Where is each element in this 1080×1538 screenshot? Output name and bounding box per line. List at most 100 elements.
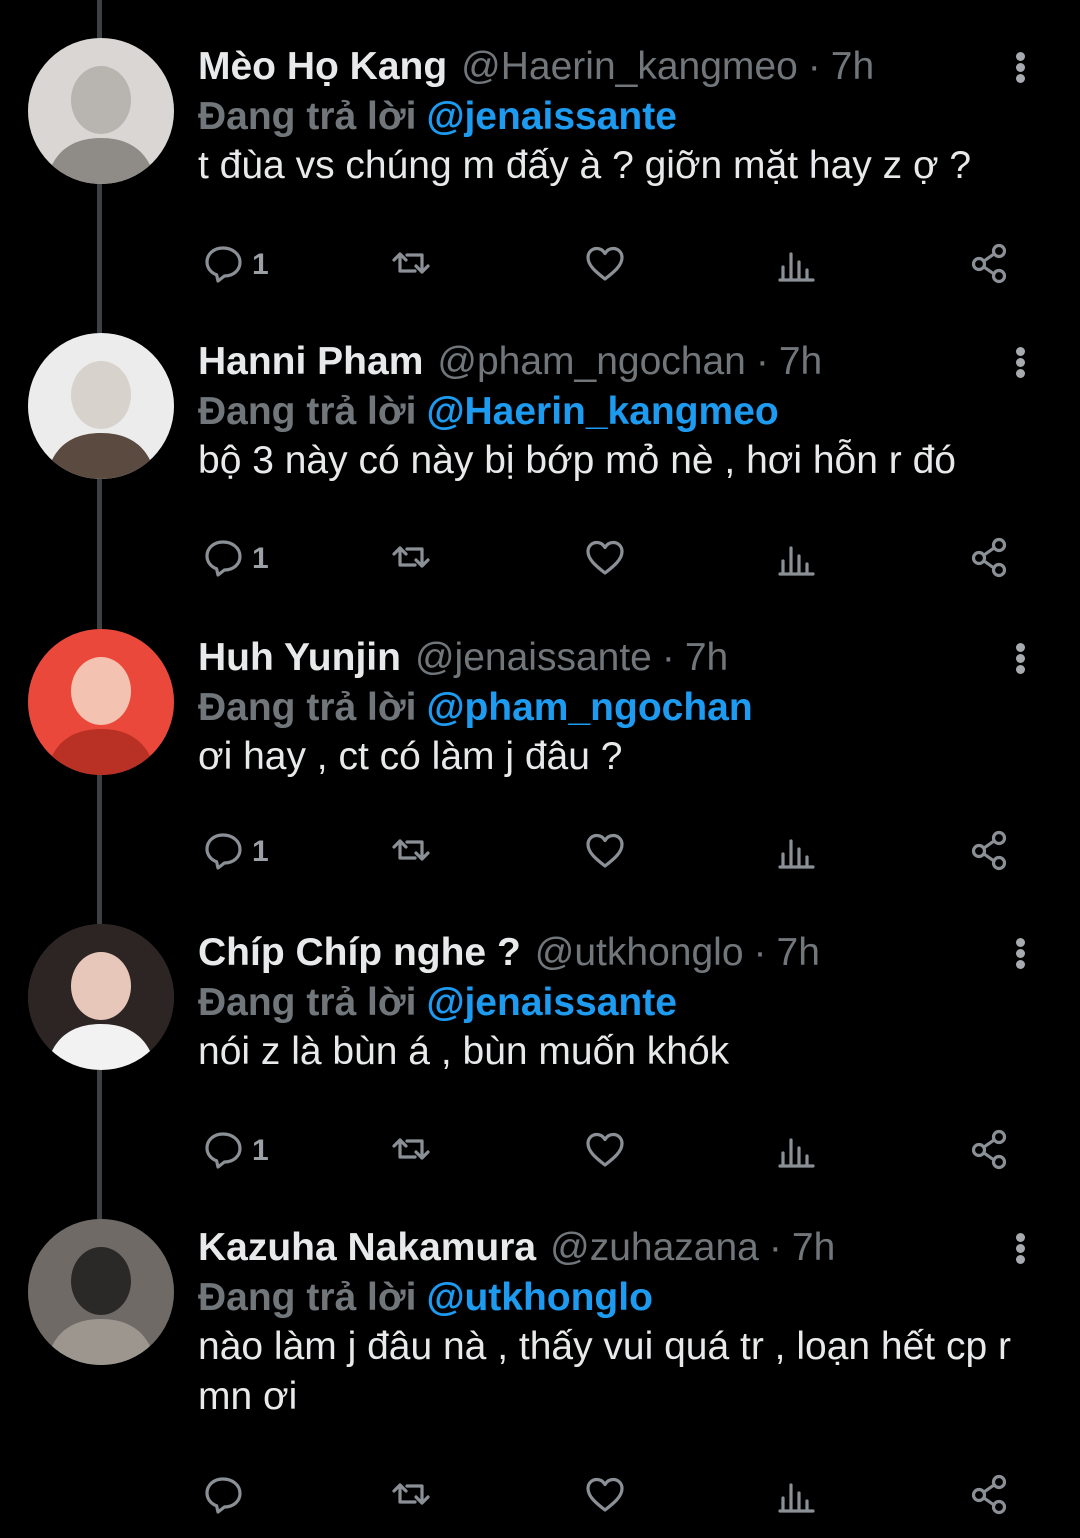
replying-label: Đang trả lời [198, 981, 417, 1024]
reply-button[interactable]: 1 [200, 240, 269, 290]
retweet-icon [388, 1471, 434, 1522]
like-button[interactable] [582, 240, 628, 290]
avatar[interactable] [28, 333, 174, 479]
tweet-text: ơi hay , ct có làm j đâu ? [198, 735, 623, 778]
share-icon [966, 240, 1012, 291]
retweet-button[interactable] [388, 1126, 434, 1176]
retweet-button[interactable] [388, 1471, 434, 1521]
more-options-icon[interactable] [1008, 637, 1034, 677]
like-icon [582, 240, 628, 291]
tweet-header: Hanni Pham @pham_ngochan · 7h [198, 337, 822, 387]
share-button[interactable] [966, 1126, 1012, 1176]
separator-dot: · [768, 1226, 782, 1269]
avatar[interactable] [28, 38, 174, 184]
share-button[interactable] [966, 240, 1012, 290]
reply-icon [200, 534, 246, 585]
retweet-icon [388, 1126, 434, 1177]
reply-mention-link[interactable]: @jenaissante [426, 981, 676, 1024]
replying-label: Đang trả lời [198, 390, 417, 433]
retweet-button[interactable] [388, 534, 434, 584]
tweet-header: Chíp Chíp nghe ? @utkhonglo · 7h [198, 928, 820, 978]
reply-button[interactable] [200, 1471, 252, 1521]
share-button[interactable] [966, 827, 1012, 877]
like-button[interactable] [582, 1471, 628, 1521]
like-button[interactable] [582, 1126, 628, 1176]
reply-mention-link[interactable]: @Haerin_kangmeo [426, 390, 778, 433]
replying-to: Đang trả lời @pham_ngochan [198, 683, 753, 733]
action-bar [0, 1471, 1080, 1521]
views-button[interactable] [774, 1471, 820, 1521]
like-icon [582, 534, 628, 585]
separator-dot: · [807, 45, 821, 88]
separator-dot: · [661, 636, 675, 679]
reply-button[interactable]: 1 [200, 827, 269, 877]
display-name[interactable]: Huh Yunjin [198, 633, 401, 683]
avatar[interactable] [28, 924, 174, 1070]
timestamp[interactable]: 7h [779, 337, 822, 387]
avatar-photo [28, 1219, 174, 1365]
views-icon [774, 534, 820, 585]
timestamp[interactable]: 7h [777, 928, 820, 978]
username[interactable]: @zuhazana [550, 1223, 759, 1273]
action-bar: 1 [0, 240, 1080, 290]
replying-to: Đang trả lời @Haerin_kangmeo [198, 387, 779, 437]
reply-tweet[interactable]: Chíp Chíp nghe ? @utkhonglo · 7h Đang trả lờ… [0, 886, 1080, 1181]
views-icon [774, 827, 820, 878]
views-button[interactable] [774, 240, 820, 290]
display-name[interactable]: Chíp Chíp nghe ? [198, 928, 521, 978]
retweet-button[interactable] [388, 240, 434, 290]
tweet-text: nào làm j đâu nà , thấy vui quá tr , loạ… [198, 1325, 1011, 1418]
separator-dot: · [755, 340, 769, 383]
retweet-button[interactable] [388, 827, 434, 877]
reply-tweet[interactable]: Kazuha Nakamura @zuhazana · 7h Đang trả lời @… [0, 1181, 1080, 1538]
display-name[interactable]: Hanni Pham [198, 337, 423, 387]
username[interactable]: @pham_ngochan [437, 337, 745, 387]
username[interactable]: @jenaissante [415, 633, 652, 683]
share-button[interactable] [966, 1471, 1012, 1521]
reply-tweet[interactable]: Mèo Họ Kang @Haerin_kangmeo · 7h Đang trả lờ… [0, 0, 1080, 295]
reply-mention-link[interactable]: @pham_ngochan [426, 686, 752, 729]
share-icon [966, 1126, 1012, 1177]
retweet-icon [388, 240, 434, 291]
more-options-icon[interactable] [1008, 46, 1034, 86]
display-name[interactable]: Mèo Họ Kang [198, 42, 447, 92]
timestamp[interactable]: 7h [685, 633, 728, 683]
avatar[interactable] [28, 1219, 174, 1365]
like-button[interactable] [582, 534, 628, 584]
views-button[interactable] [774, 827, 820, 877]
reply-tweet[interactable]: Huh Yunjin @jenaissante · 7h Đang trả lời @ph… [0, 591, 1080, 886]
username[interactable]: @Haerin_kangmeo [461, 42, 798, 92]
like-button[interactable] [582, 827, 628, 877]
reply-tweet[interactable]: Hanni Pham @pham_ngochan · 7h Đang trả lời @H… [0, 295, 1080, 591]
avatar[interactable] [28, 629, 174, 775]
views-button[interactable] [774, 534, 820, 584]
views-button[interactable] [774, 1126, 820, 1176]
more-options-icon[interactable] [1008, 1227, 1034, 1267]
views-icon [774, 1126, 820, 1177]
replying-to: Đang trả lời @utkhonglo [198, 1273, 653, 1323]
share-button[interactable] [966, 534, 1012, 584]
more-options-icon[interactable] [1008, 341, 1034, 381]
replying-label: Đang trả lời [198, 686, 417, 729]
reply-mention-link[interactable]: @jenaissante [426, 95, 676, 138]
tweet-text: t đùa vs chúng m đấy à ? giỡn mặt hay z … [198, 144, 972, 187]
reply-button[interactable]: 1 [200, 1126, 269, 1176]
username[interactable]: @utkhonglo [535, 928, 744, 978]
reply-count: 1 [252, 1134, 269, 1167]
reply-button[interactable]: 1 [200, 534, 269, 584]
display-name[interactable]: Kazuha Nakamura [198, 1223, 536, 1273]
reply-count: 1 [252, 248, 269, 281]
timestamp[interactable]: 7h [792, 1223, 835, 1273]
tweet-text: nói z là bùn á , bùn muốn khók [198, 1030, 730, 1073]
avatar-photo [28, 629, 174, 775]
action-bar: 1 [0, 534, 1080, 584]
reply-icon [200, 240, 246, 291]
avatar-photo [28, 38, 174, 184]
timestamp[interactable]: 7h [831, 42, 874, 92]
separator-dot: · [753, 931, 767, 974]
reply-count: 1 [252, 542, 269, 575]
replying-label: Đang trả lời [198, 1276, 417, 1319]
more-options-icon[interactable] [1008, 932, 1034, 972]
reply-mention-link[interactable]: @utkhonglo [426, 1276, 652, 1319]
tweet-text: bộ 3 này có này bị bớp mỏ nè , hơi hỗn r… [198, 439, 956, 482]
